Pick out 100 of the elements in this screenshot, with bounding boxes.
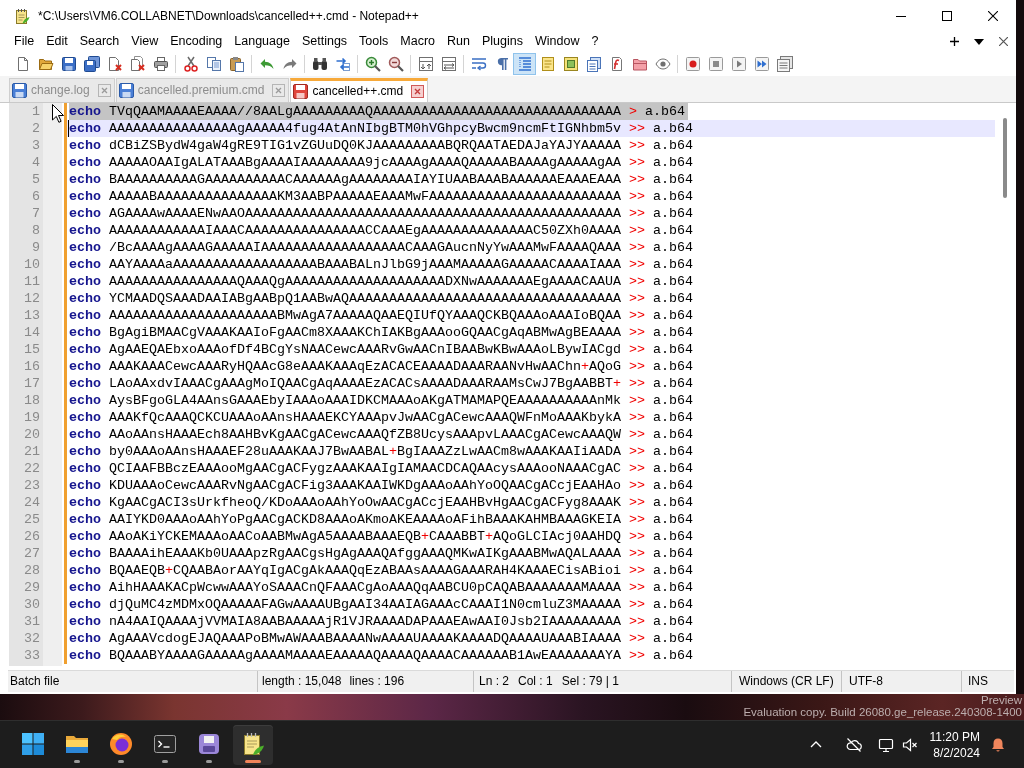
status-text: lines : 196	[349, 674, 405, 689]
line-number: 9	[31, 239, 41, 256]
code-line: echo AAIYKD0AAAoAAhYoPgAACgACKD8AAAoAKmoAKEAAAAoAFihBAAAKAHMBAAAGKEIA >> a.b64	[69, 511, 693, 528]
save-icon[interactable]	[60, 55, 77, 72]
document-list-icon[interactable]	[585, 55, 602, 72]
scrollbar-thumb[interactable]	[1003, 118, 1007, 198]
close-icon[interactable]	[988, 11, 998, 21]
stop-icon[interactable]	[707, 55, 724, 72]
note-page-icon[interactable]	[539, 55, 556, 72]
line-number: 10	[23, 256, 41, 273]
line-number: 2	[31, 120, 41, 137]
close-file-icon[interactable]	[106, 55, 123, 72]
code-line: echo AGAAAAwAAAAENwAAOAAAAAAAAAAAAAAAAAAAAAAAAAAAAAAAAAAAAAAAAAAAAAAA >> a.b64	[69, 205, 693, 222]
code-line: echo AAAKfQcAAAQCKCUAAAoAAnsHAAAEKCYAAApvJwAACgACewcAAAQWFnMoAAAKbykA >> a.b64	[69, 409, 693, 426]
line-number: 26	[23, 528, 41, 545]
record-icon[interactable]	[684, 55, 701, 72]
eye-icon[interactable]	[654, 55, 671, 72]
zoom-out-icon[interactable]	[387, 55, 404, 72]
line-number: 30	[23, 596, 41, 613]
minimize-icon[interactable]	[896, 15, 906, 17]
line-number: 24	[23, 494, 41, 511]
maximize-icon[interactable]	[942, 11, 952, 21]
menu-item[interactable]: Plugins	[475, 33, 529, 50]
line-number: 13	[23, 307, 41, 324]
indent-guide-toggle[interactable]	[513, 52, 536, 75]
status-text: Windows (CR LF)	[739, 674, 834, 689]
active-app-tile[interactable]	[233, 724, 273, 765]
code-line: echo AAAKAAACewcAAARyHQAAcG8eAAAKAAAqEzACACEAAAADAAARAANvHwAAChn+AQoG >> a.b64	[69, 358, 693, 375]
monitor-icon[interactable]	[877, 736, 894, 753]
line-number: 22	[23, 460, 41, 477]
indent-guide-icon	[516, 55, 533, 72]
code-line: echo KDUAAAoCewcAAARvNgAACgACFig3AAAKAAIWKDgAAAoAAhYoOQAACgACcjEAAHAo >> a.b64	[69, 477, 693, 494]
clock-time[interactable]: 11:20 PM	[929, 728, 980, 745]
code-line: echo AAAAAAAAAAAAAAAAQAAAQgAAAAAAAAAAAAAAAAAAAADXNwAAAAAAAEgAAAACAAUA >> a.b64	[69, 273, 693, 290]
code-line: echo /BcAAAAgAAAAGAAAAAIAAAAAAAAAAAAAAAAAACAAAGAucnNyYwAAAMwFAAAAQAAA >> a.b64	[69, 239, 693, 256]
printer-icon[interactable]	[152, 55, 169, 72]
play-icon[interactable]	[730, 55, 747, 72]
sync-horizontal-icon[interactable]	[440, 55, 457, 72]
code-line: echo BAAAAihEAAAKb0UAAApzRgAACgsHgAgAAAQAfggAAAQMKwAIKgAAABMwAQALAAAA >> a.b64	[69, 545, 693, 562]
sync-vertical-icon[interactable]	[417, 55, 434, 72]
line-number: 33	[23, 647, 41, 664]
status-text: Ln : 2	[479, 674, 510, 689]
code-line: echo AAAAAAAAAAAAAAAAgAAAAA4fug4AtAnNIbgBTM0hVGhpcyBwcm9ncmFtIGNhbm5v >> a.b64	[69, 120, 693, 137]
document-map-icon[interactable]	[562, 55, 579, 72]
line-number: 29	[23, 579, 41, 596]
line-number: 31	[23, 613, 41, 630]
chevron-up-icon[interactable]	[809, 741, 822, 748]
code-line: echo AAAAABAAAAAAAAAAAAAAAKM3AABPAAAAAEAAAMwFAAAAAAAAAAAAAAAAAAAAAAAA >> a.b64	[69, 188, 693, 205]
line-number: 11	[23, 273, 41, 290]
save-macro-icon[interactable]	[776, 55, 793, 72]
code-line: echo AAoAKiYCKEMAAAoAACoAABMwAgA5AAAABAAAEQB+CAAABBT+AQoGLCIAcj0AAHDQ >> a.b64	[69, 528, 693, 545]
code-line: echo KgAACgACI3sUrkfheoQ/KDoAAAoAAhYoOwAACgACcjEAAHBvHgAACgACFyg8AAAK >> a.b64	[69, 494, 693, 511]
copy-icon[interactable]	[205, 55, 222, 72]
menu-item[interactable]: Encoding	[164, 33, 229, 50]
menu-item[interactable]: ?	[585, 33, 605, 50]
code-line: echo BQAAABYAAAAGAAAAAgAAAAMAAAAEAAAAAQAAAAQAAAACAAAAAAB1AwEAAAAAAAYA >> a.b64	[69, 647, 693, 664]
code-line: echo AAAAAAAAAAAAAAAAAAAAABMwAgA7AAAAAQAAEQIUfQYAAAQCKBQAAAoAAAIoBQAA >> a.b64	[69, 307, 693, 324]
menu-item[interactable]: Settings	[295, 33, 354, 50]
menu-item[interactable]: Window	[528, 33, 586, 50]
notepad-icon	[14, 8, 30, 24]
code-line: echo AgAAAVcdogEJAQAAAPoBMwAWAAABAAAANwAAAAUAAAAKAAAADQAAAAUAAABIAAAA >> a.b64	[69, 630, 693, 647]
menu-item[interactable]: View	[125, 33, 165, 50]
code-line: echo nA4AAIQAAAAjVVMAIA8AABAAAAAjR1VJRAAAADAPAAAEAwAAI0Jsb2IAAAAAAAAA >> a.b64	[69, 613, 693, 630]
file-tab[interactable]: cancelled++.cmd	[290, 78, 429, 102]
save-all-icon[interactable]	[83, 55, 100, 72]
menu-item[interactable]: Tools	[353, 33, 395, 50]
close-all-icon[interactable]	[129, 55, 146, 72]
code-line: echo QCIAAFBBczEAAAooMgAACgACFygzAAAKAAIgIAMAACDCAQAAcysAAAooNAAACgAC >> a.b64	[69, 460, 693, 477]
clipboard-icon[interactable]	[228, 55, 245, 72]
menu-item[interactable]: Language	[228, 33, 296, 50]
status-text: Sel : 79 | 1	[561, 674, 619, 689]
menu-item[interactable]: Run	[441, 33, 476, 50]
menu-item[interactable]: Search	[73, 33, 126, 50]
line-number: 6	[31, 188, 41, 205]
close-icon[interactable]	[999, 37, 1008, 46]
scissors-icon[interactable]	[182, 55, 199, 72]
start-icon[interactable]	[21, 731, 45, 756]
fast-forward-icon[interactable]	[753, 55, 770, 72]
menu-item[interactable]: Edit	[40, 33, 74, 50]
caret-down-icon[interactable]	[974, 38, 984, 45]
menu-item[interactable]: File	[8, 33, 41, 50]
code-line: echo AAYAAAAaAAAAAAAAAAAAAAAAAABAAABALnJlbG9jAAAMAAAAAGAAAAACAAAAIAAA >> a.b64	[69, 256, 693, 273]
replace-icon[interactable]	[334, 55, 351, 72]
menu-item[interactable]: Macro	[394, 33, 442, 50]
line-number: 16	[23, 358, 41, 375]
binoculars-icon[interactable]	[311, 55, 328, 72]
zoom-in-icon[interactable]	[364, 55, 381, 72]
mute-icon[interactable]	[901, 736, 918, 753]
plus-icon[interactable]	[950, 37, 959, 46]
notepad-icon	[241, 731, 265, 756]
bell-icon[interactable]	[990, 736, 1006, 753]
cloud-off-icon[interactable]	[845, 736, 862, 753]
line-number: 32	[23, 630, 41, 647]
code-line: echo BQAAEQB+CQAABAorAAYqIgACgAkAAAQqEzABAAsAAAAGAAARAH4KAAAECisABioi >> a.b64	[69, 562, 693, 579]
word-wrap-icon[interactable]	[470, 55, 487, 72]
clock-date[interactable]: 8/2/2024	[929, 744, 980, 761]
line-number: 3	[31, 137, 41, 154]
line-number: 27	[23, 545, 41, 562]
browser-icon[interactable]	[109, 731, 133, 756]
text-cursor	[68, 120, 69, 137]
